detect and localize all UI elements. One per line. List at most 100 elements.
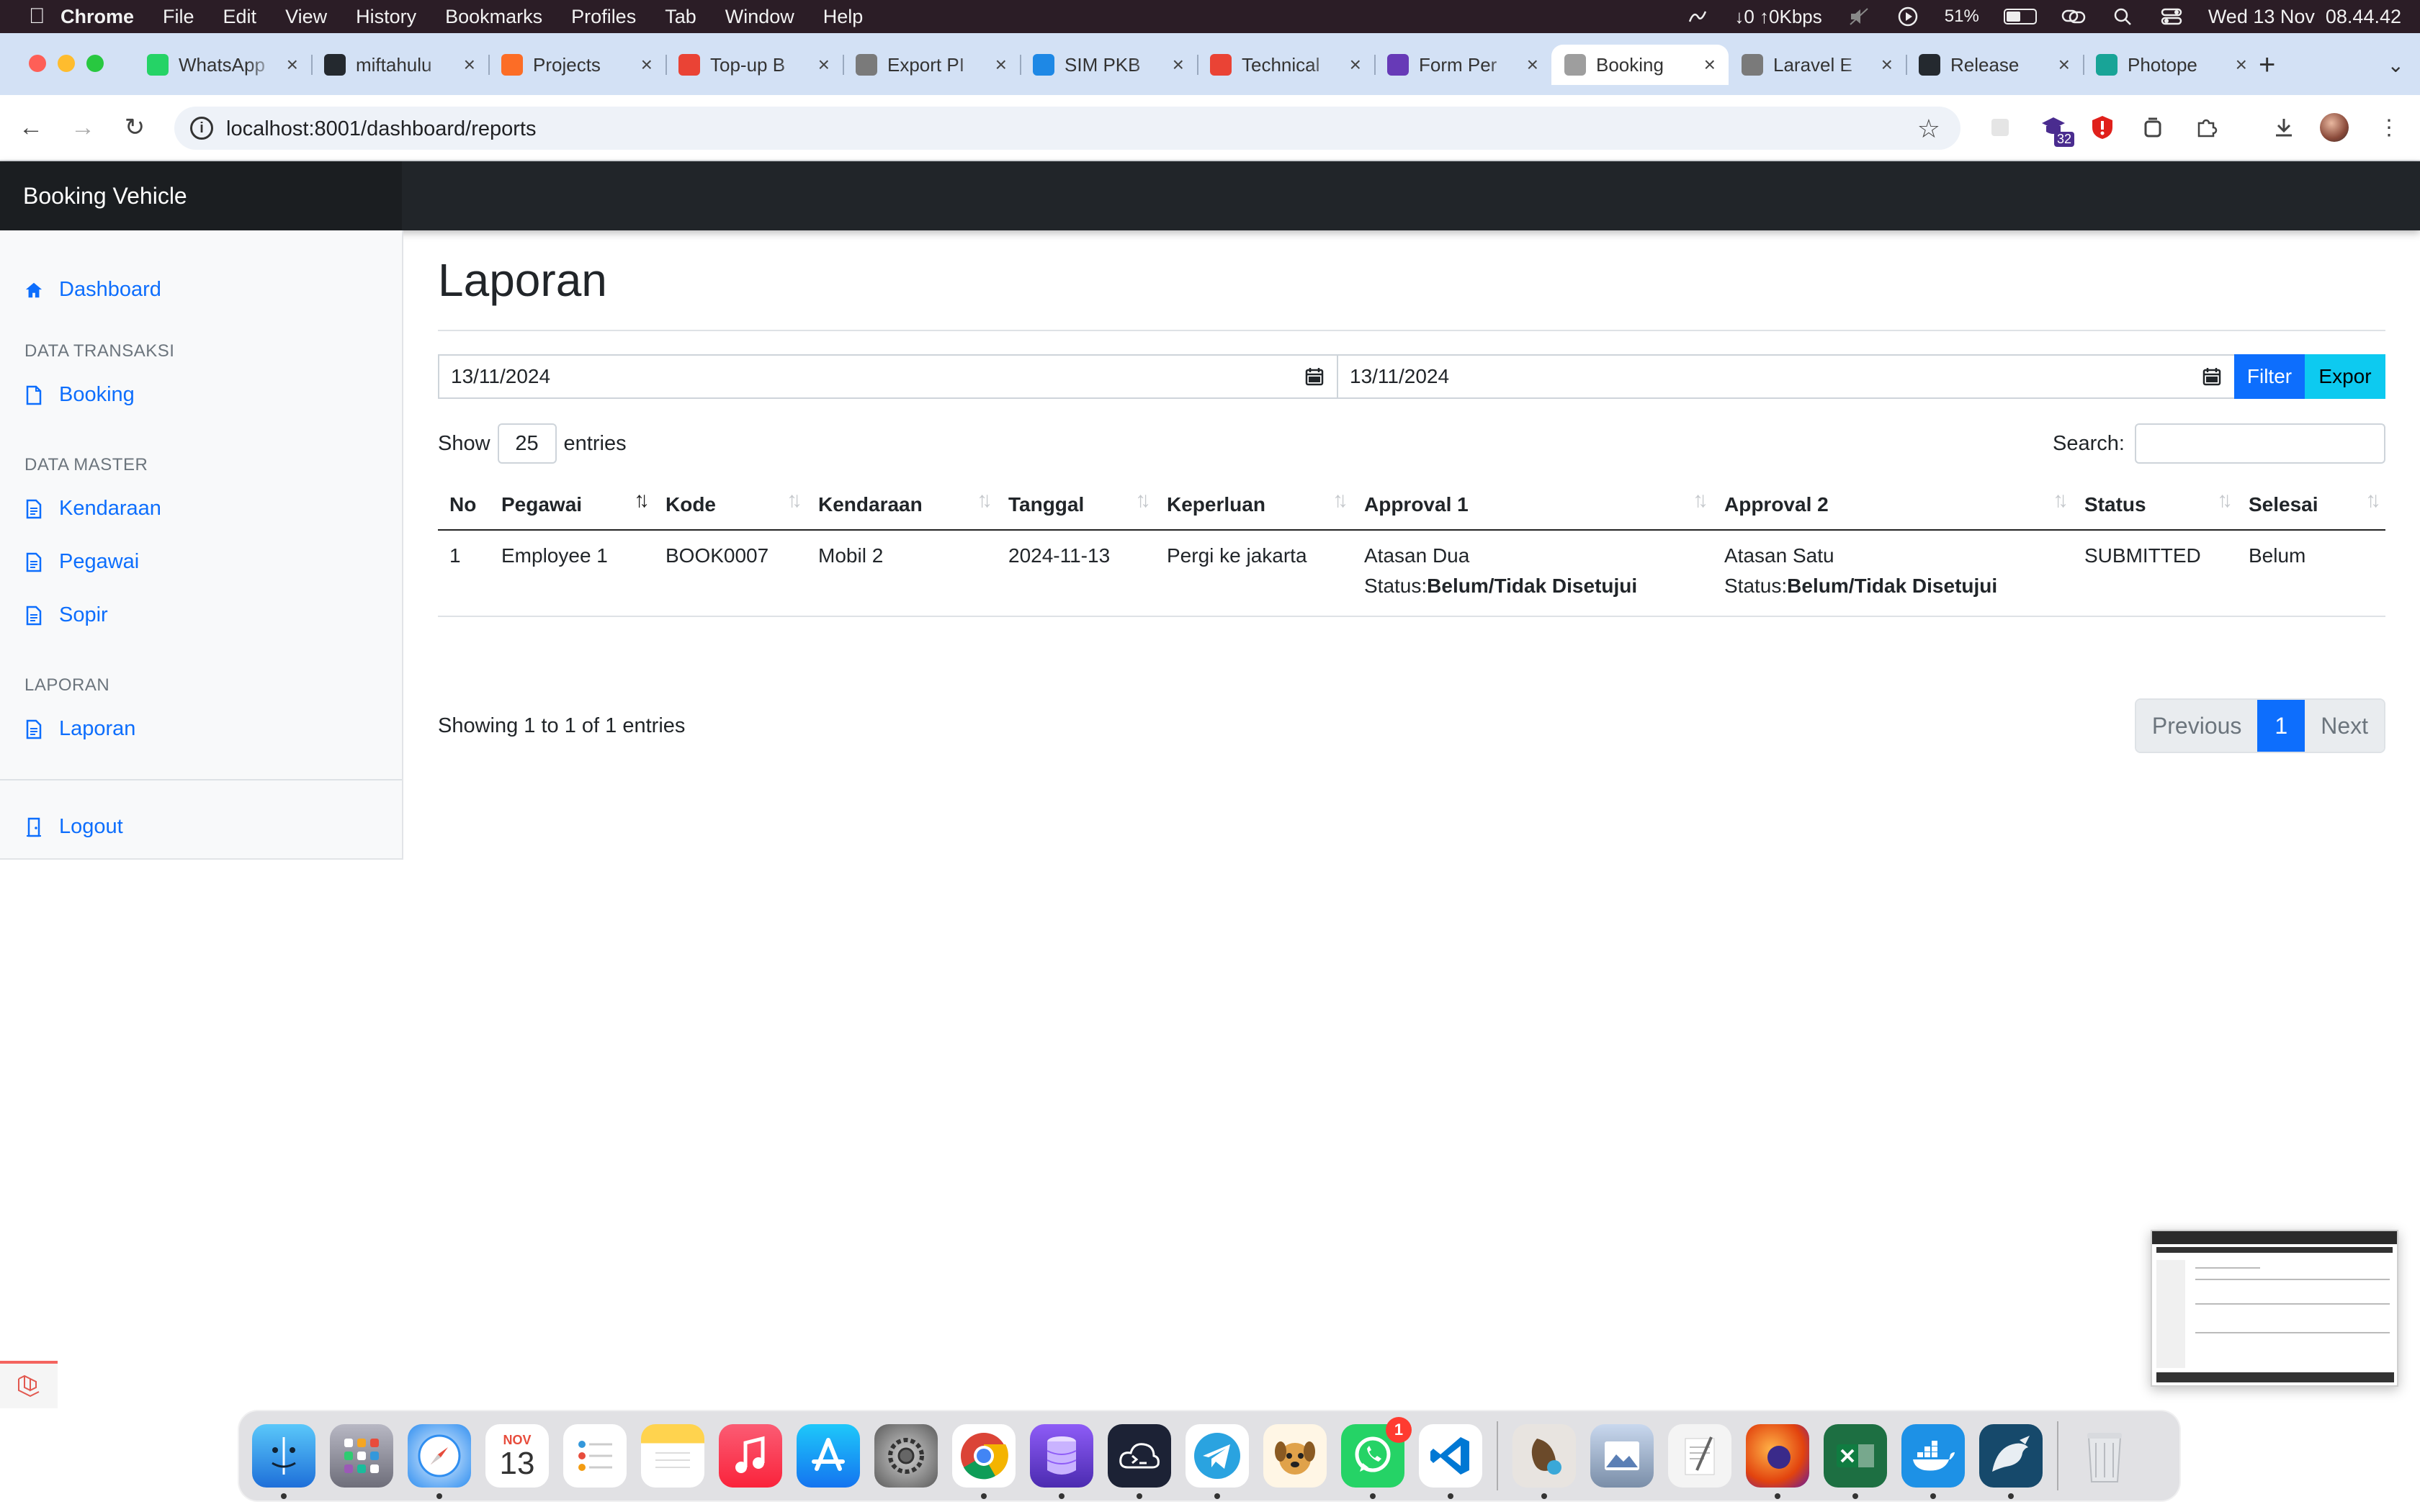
new-tab-plus-icon[interactable]: + xyxy=(2259,49,2275,81)
notes-icon[interactable] xyxy=(641,1424,704,1488)
database-app-icon[interactable] xyxy=(1030,1424,1093,1499)
battery-icon[interactable] xyxy=(2003,9,2037,24)
tab-5[interactable]: SIM PKB × xyxy=(1020,45,1197,85)
column-header-selesai[interactable]: Selesai ↑↓ xyxy=(2237,480,2385,531)
menu-history[interactable]: History xyxy=(356,6,416,28)
column-header-status[interactable]: Status ↑↓ xyxy=(2073,480,2237,531)
preview-badge-icon[interactable] xyxy=(1512,1424,1576,1499)
menu-bookmarks[interactable]: Bookmarks xyxy=(445,6,542,28)
spotlight-search-icon[interactable] xyxy=(2110,7,2135,26)
extension-cup-icon[interactable] xyxy=(2136,111,2169,144)
reload-icon[interactable]: ↻ xyxy=(118,111,151,144)
column-header-keperluan[interactable]: Keperluan ↑↓ xyxy=(1155,480,1353,531)
screenshot-thumbnail[interactable] xyxy=(2151,1230,2398,1387)
column-header-tanggal[interactable]: Tanggal ↑↓ xyxy=(997,480,1155,531)
laravel-debugbar-icon[interactable] xyxy=(0,1361,58,1408)
tab-close-icon[interactable]: × xyxy=(818,53,830,76)
extension-shield-icon[interactable] xyxy=(2086,111,2119,144)
pagination-page-1[interactable]: 1 xyxy=(2257,700,2305,752)
tab-6[interactable]: Technical × xyxy=(1197,45,1374,85)
finder-icon[interactable] xyxy=(252,1424,315,1499)
firefox-icon[interactable] xyxy=(1746,1424,1809,1499)
control-center-icon[interactable] xyxy=(2159,7,2184,26)
sidebar-item-dashboard[interactable]: Dashboard xyxy=(24,278,161,302)
menu-file[interactable]: File xyxy=(163,6,194,28)
apple-menu-icon[interactable]:  xyxy=(0,4,45,29)
focus-status-icon[interactable] xyxy=(1685,7,1710,26)
profile-avatar[interactable] xyxy=(2318,111,2351,144)
back-arrow-icon[interactable]: ← xyxy=(14,111,48,144)
textedit-icon[interactable] xyxy=(1668,1424,1731,1488)
mute-icon[interactable] xyxy=(1847,7,1871,26)
trash-icon[interactable] xyxy=(2073,1424,2136,1488)
safari-icon[interactable] xyxy=(408,1424,471,1499)
address-bar-url[interactable]: localhost:8001/dashboard/reports xyxy=(226,117,536,141)
column-header-approval-2[interactable]: Approval 2 ↑↓ xyxy=(1713,480,2073,531)
excel-icon[interactable] xyxy=(1824,1424,1887,1499)
tab-9[interactable]: Laravel E × xyxy=(1729,45,1906,85)
menu-clock[interactable]: Wed 13 Nov 08.44.42 xyxy=(2208,6,2401,28)
calendar-icon[interactable] xyxy=(2202,356,2221,400)
terminal-cloud-icon[interactable] xyxy=(1108,1424,1171,1499)
minimize-window-button[interactable] xyxy=(58,55,75,72)
tab-close-icon[interactable]: × xyxy=(287,53,298,76)
date-from-input[interactable]: 13/11/2024 xyxy=(438,354,1338,399)
extensions-puzzle-icon[interactable] xyxy=(2190,111,2223,144)
column-header-approval-1[interactable]: Approval 1 ↑↓ xyxy=(1353,480,1713,531)
launchpad-icon[interactable] xyxy=(330,1424,393,1488)
menu-tab[interactable]: Tab xyxy=(665,6,696,28)
tab-7[interactable]: Form Per × xyxy=(1374,45,1551,85)
tab-11[interactable]: Photope × xyxy=(2083,45,2260,85)
tab-close-icon[interactable]: × xyxy=(1704,53,1716,76)
tab-2[interactable]: Projects × xyxy=(488,45,666,85)
sidebar-item-laporan[interactable]: Laporan xyxy=(24,717,135,741)
tab-3[interactable]: Top-up B × xyxy=(666,45,843,85)
date-to-input[interactable]: 13/11/2024 xyxy=(1337,354,2236,399)
extension-graduation-icon[interactable]: 32 xyxy=(2037,111,2074,147)
menu-app-name[interactable]: Chrome xyxy=(60,6,134,28)
pagination-previous[interactable]: Previous xyxy=(2136,700,2258,752)
sidebar-item-booking[interactable]: Booking xyxy=(24,383,135,407)
tab-active[interactable]: Booking × xyxy=(1551,45,1729,85)
tab-close-icon[interactable]: × xyxy=(464,53,475,76)
entries-per-page-select[interactable]: 25 xyxy=(497,423,557,464)
system-settings-icon[interactable] xyxy=(874,1424,938,1488)
extension-placeholder-icon[interactable] xyxy=(1984,111,2017,144)
filter-button[interactable]: Filter xyxy=(2234,354,2305,399)
menu-view[interactable]: View xyxy=(285,6,327,28)
tab-0[interactable]: WhatsApp × xyxy=(134,45,311,85)
site-info-icon[interactable]: i xyxy=(190,117,213,140)
pagination-next[interactable]: Next xyxy=(2305,700,2384,752)
tab-close-icon[interactable]: × xyxy=(2236,53,2247,76)
mysql-workbench-icon[interactable] xyxy=(1979,1424,2043,1499)
menu-edit[interactable]: Edit xyxy=(223,6,257,28)
tab-search-chevron-icon[interactable]: ⌄ xyxy=(2388,53,2404,77)
forward-arrow-icon[interactable]: → xyxy=(66,111,99,144)
reminders-icon[interactable] xyxy=(563,1424,627,1488)
search-input[interactable] xyxy=(2135,423,2385,464)
bookmark-star-icon[interactable]: ☆ xyxy=(1917,114,1940,144)
calendar-app-icon[interactable]: NOV 13 xyxy=(485,1424,549,1488)
download-icon[interactable] xyxy=(2267,111,2300,144)
tab-close-icon[interactable]: × xyxy=(2058,53,2070,76)
zoom-window-button[interactable] xyxy=(86,55,104,72)
menu-help[interactable]: Help xyxy=(823,6,864,28)
menu-profiles[interactable]: Profiles xyxy=(571,6,636,28)
app-store-icon[interactable] xyxy=(797,1424,860,1488)
tab-close-icon[interactable]: × xyxy=(1881,53,1893,76)
tab-1[interactable]: miftahulu × xyxy=(311,45,488,85)
tab-10[interactable]: Release × xyxy=(1906,45,2083,85)
navbar-brand[interactable]: Booking Vehicle xyxy=(0,161,402,230)
telegram-icon[interactable] xyxy=(1186,1424,1249,1499)
address-bar[interactable]: i localhost:8001/dashboard/reports ☆ xyxy=(174,107,1960,150)
column-header-pegawai[interactable]: Pegawai ↑↓ xyxy=(490,480,654,531)
column-header-no[interactable]: No xyxy=(438,480,490,531)
music-icon[interactable] xyxy=(719,1424,782,1488)
tab-close-icon[interactable]: × xyxy=(641,53,653,76)
docker-icon[interactable] xyxy=(1901,1424,1965,1499)
sidebar-item-pegawai[interactable]: Pegawai xyxy=(24,550,139,574)
play-icon[interactable] xyxy=(1896,6,1920,27)
whatsapp-icon[interactable]: 1 xyxy=(1341,1417,1412,1499)
preview-icon[interactable] xyxy=(1590,1424,1654,1488)
tab-close-icon[interactable]: × xyxy=(995,53,1007,76)
